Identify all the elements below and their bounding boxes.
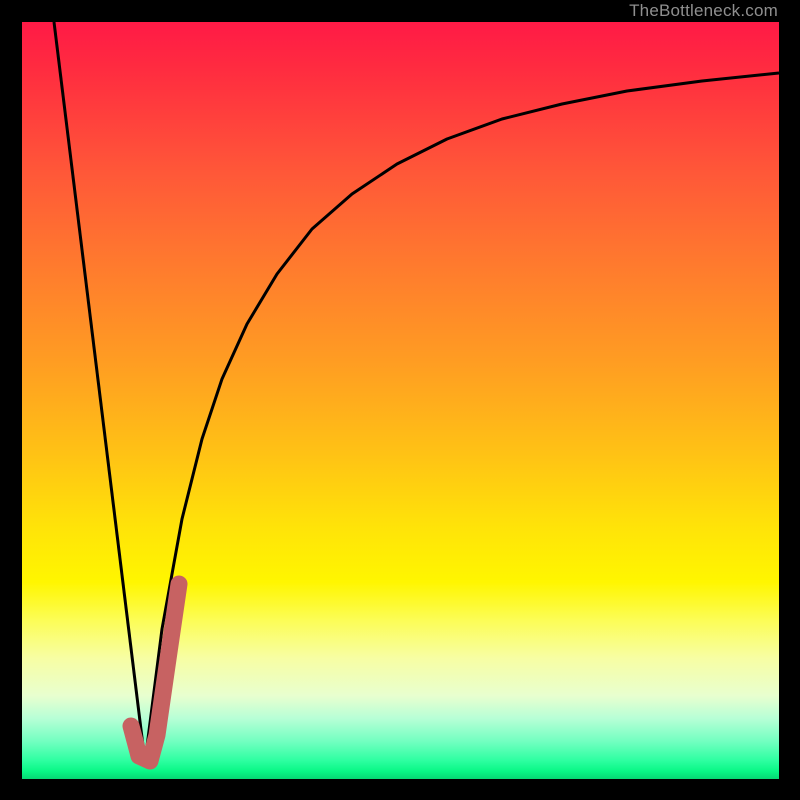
series-left-descending-line [54, 22, 145, 762]
plot-area [22, 22, 779, 779]
curve-layer [22, 22, 779, 779]
chart-stage: TheBottleneck.com [0, 0, 800, 800]
watermark-text: TheBottleneck.com [629, 0, 778, 22]
series-right-rising-curve [145, 73, 779, 762]
